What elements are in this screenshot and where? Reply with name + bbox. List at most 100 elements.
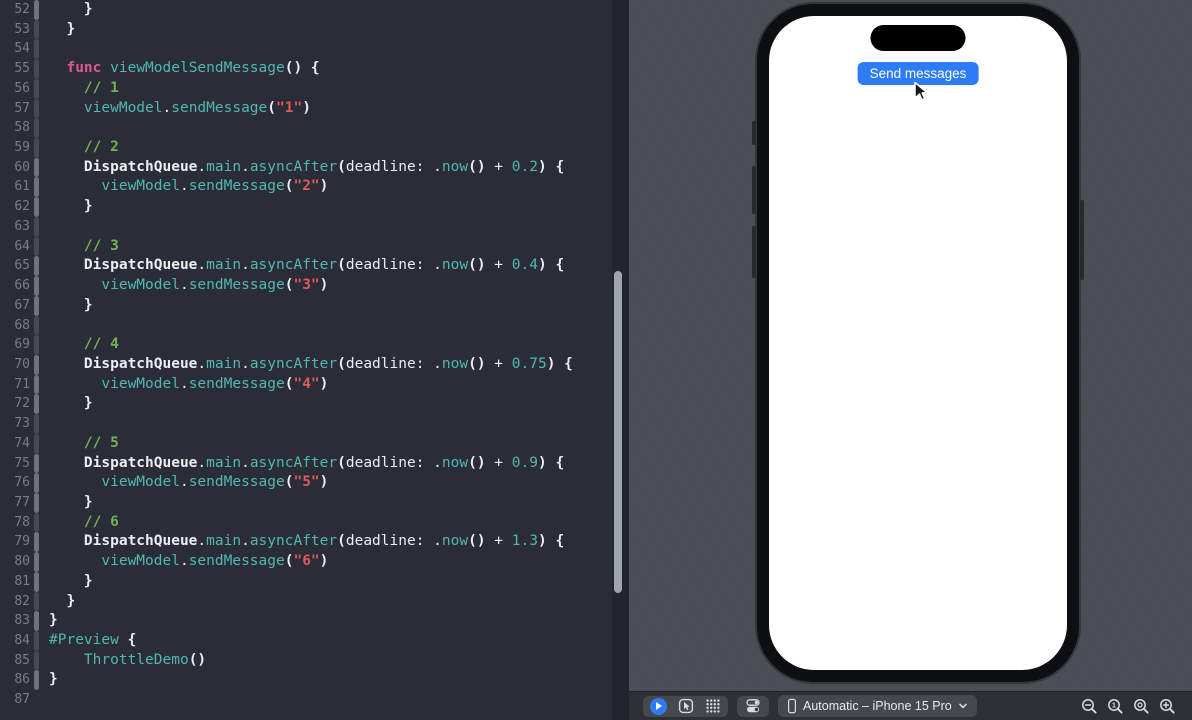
code-line[interactable]: 55 func viewModelSendMessage() {	[0, 59, 612, 79]
canvas-toolbar: Automatic – iPhone 15 Pro 1	[629, 691, 1192, 720]
code-line[interactable]: 71 viewModel.sendMessage("4")	[0, 374, 612, 395]
line-number: 68	[14, 317, 30, 333]
code-line[interactable]: 53 }	[0, 19, 612, 40]
line-number: 81	[14, 573, 30, 589]
live-preview-button[interactable]	[650, 697, 667, 715]
code-line[interactable]: 52 }	[0, 0, 612, 20]
code-line[interactable]: 61 viewModel.sendMessage("2")	[0, 177, 612, 198]
code-text: // 1	[83, 79, 119, 96]
code-text: DispatchQueue.main.asyncAfter(deadline: …	[83, 355, 573, 372]
line-number: 82	[14, 593, 30, 609]
code-line[interactable]: 57 viewModel.sendMessage("1")	[0, 98, 612, 119]
code-line[interactable]: 87	[0, 690, 612, 710]
code-editor[interactable]: 52 } 53 } 54 55 func viewModelSendMessage()…	[0, 0, 629, 720]
code-text: }	[49, 1, 93, 17]
code-line[interactable]: 79 DispatchQueue.main.asyncAfter(deadlin…	[0, 532, 612, 553]
variants-button[interactable]	[705, 698, 721, 714]
line-number: 87	[14, 692, 30, 708]
code-line[interactable]: 80 viewModel.sendMessage("6")	[0, 552, 612, 572]
code-line[interactable]: 72 }	[0, 394, 612, 415]
code-text: func viewModelSendMessage() {	[66, 60, 320, 77]
line-number: 58	[14, 120, 30, 136]
magnifier-plus-icon	[1160, 698, 1175, 714]
volume-up-button	[752, 166, 756, 214]
code-line[interactable]: 85 ThrottleDemo()	[0, 650, 612, 671]
code-line[interactable]: 84 #Preview {	[0, 631, 612, 651]
device-picker[interactable]: Automatic – iPhone 15 Pro	[778, 695, 977, 717]
line-number: 66	[14, 278, 30, 294]
selectable-cursor-icon	[678, 698, 694, 714]
code-line[interactable]: 60 DispatchQueue.main.asyncAfter(deadlin…	[0, 157, 612, 178]
code-text: viewModel.sendMessage("3")	[101, 277, 329, 294]
code-text: }	[49, 296, 93, 313]
code-line[interactable]: 82 }	[0, 591, 612, 612]
code-line[interactable]: 76 viewModel.sendMessage("5")	[0, 473, 612, 493]
code-line[interactable]: 58	[0, 118, 612, 139]
code-text: // 3	[83, 237, 119, 254]
volume-down-button	[752, 226, 756, 278]
line-number: 76	[14, 475, 30, 491]
chevron-down-icon	[958, 703, 967, 709]
code-text: viewModel.sendMessage("6")	[101, 553, 329, 570]
code-line[interactable]: 77 }	[0, 492, 612, 513]
code-line[interactable]: 66 viewModel.sendMessage("3")	[0, 276, 612, 296]
line-number: 83	[14, 613, 30, 629]
code-line[interactable]: 54	[0, 39, 612, 60]
editor-scrollbar-track[interactable]	[612, 0, 629, 720]
code-line[interactable]: 74 // 5	[0, 433, 612, 454]
zoom-in-button[interactable]	[1159, 698, 1176, 715]
code-line[interactable]: 78 // 6	[0, 512, 612, 533]
code-line[interactable]: 68	[0, 315, 612, 336]
code-text: viewModel.sendMessage("4")	[101, 375, 329, 392]
line-number: 55	[14, 61, 30, 77]
line-number: 57	[14, 100, 30, 116]
code-text: }	[49, 612, 58, 629]
code-text: }	[49, 592, 76, 609]
phone-screen: Send messages	[769, 16, 1067, 670]
line-number: 85	[14, 652, 30, 668]
code-line[interactable]: 67 }	[0, 295, 612, 316]
code-line[interactable]: 64 // 3	[0, 236, 612, 257]
code-line[interactable]: 86}	[0, 670, 612, 691]
line-number: 62	[14, 199, 30, 215]
code-text: viewModel.sendMessage("5")	[101, 474, 329, 491]
line-number: 77	[14, 494, 30, 510]
line-number: 59	[14, 140, 30, 156]
play-icon	[650, 697, 667, 715]
line-number: 56	[14, 80, 30, 96]
code-text: // 6	[83, 513, 119, 530]
code-line[interactable]: 75 DispatchQueue.main.asyncAfter(deadlin…	[0, 453, 612, 474]
action-button	[752, 121, 756, 145]
code-text: }	[49, 572, 93, 589]
code-text: viewModel.sendMessage("1")	[83, 99, 311, 116]
code-line[interactable]: 59 // 2	[0, 138, 612, 158]
svg-text:1: 1	[1112, 700, 1116, 709]
dynamic-island	[870, 25, 966, 51]
zoom-out-button[interactable]	[1081, 698, 1098, 715]
line-number: 52	[14, 2, 30, 17]
code-line[interactable]: 69 // 4	[0, 335, 612, 355]
device-settings-button[interactable]	[744, 698, 762, 714]
code-line[interactable]: 70 DispatchQueue.main.asyncAfter(deadlin…	[0, 354, 612, 375]
code-line[interactable]: 81 }	[0, 571, 612, 592]
line-number: 80	[14, 554, 30, 570]
editor-scrollbar-thumb[interactable]	[614, 271, 622, 593]
code-line[interactable]: 73	[0, 414, 612, 434]
selectable-mode-button[interactable]	[678, 698, 694, 714]
zoom-to-fit-button[interactable]	[1133, 698, 1150, 715]
code-line[interactable]: 83}	[0, 611, 612, 631]
zoom-actual-size-button[interactable]: 1	[1107, 698, 1124, 715]
code-text: // 2	[83, 139, 119, 156]
code-text: viewModel.sendMessage("2")	[101, 178, 329, 195]
code-line[interactable]: 65 DispatchQueue.main.asyncAfter(deadlin…	[0, 256, 612, 277]
code-text: DispatchQueue.main.asyncAfter(deadline: …	[83, 257, 565, 274]
code-lines: 52 } 53 } 54 55 func viewModelSendMessage()…	[0, 0, 612, 710]
code-line[interactable]: 56 // 1	[0, 78, 612, 99]
code-line[interactable]: 63	[0, 216, 612, 237]
code-line[interactable]: 62 }	[0, 197, 612, 217]
